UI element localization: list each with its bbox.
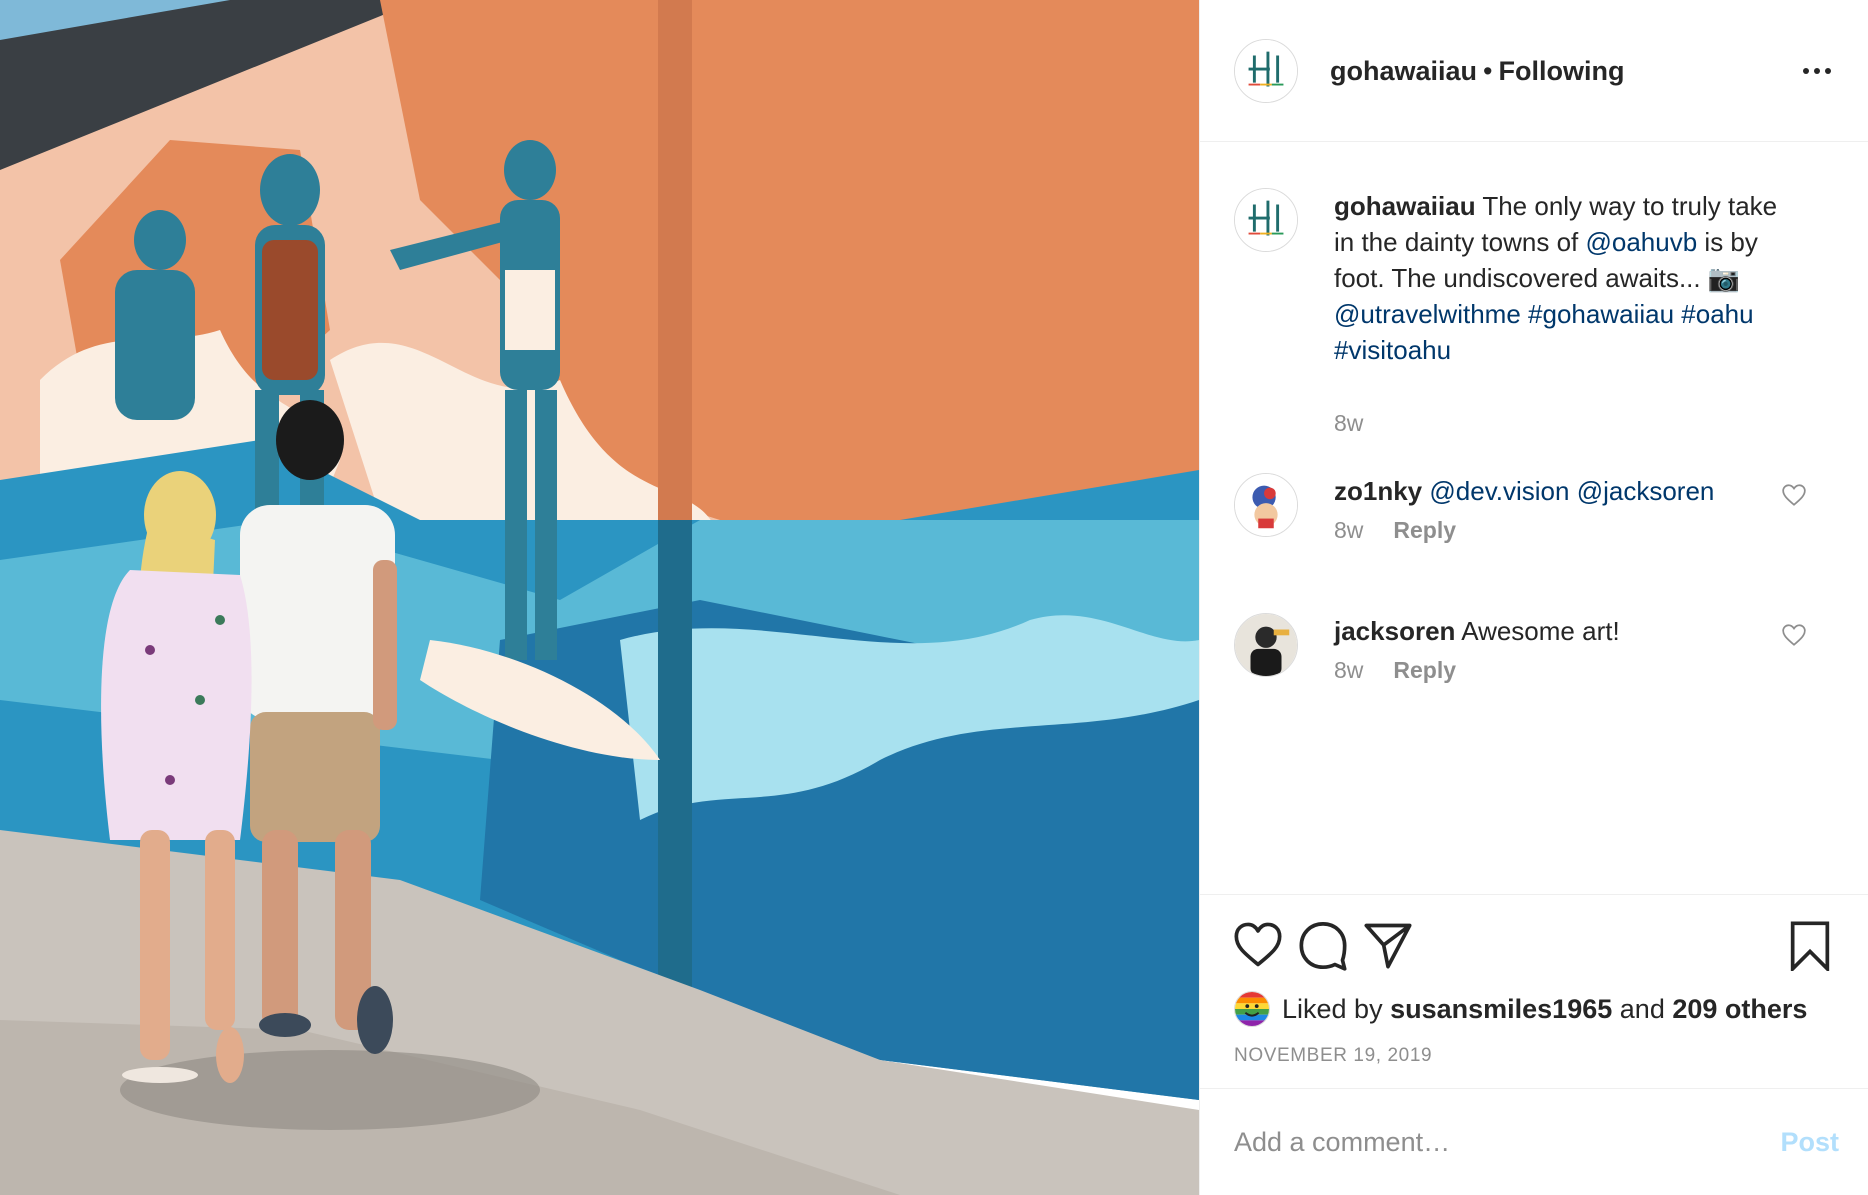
cartoon-avatar-icon bbox=[1235, 474, 1297, 536]
likes-prefix: Liked by bbox=[1282, 993, 1383, 1024]
author-username[interactable]: gohawaiiau bbox=[1330, 56, 1477, 86]
likes-others-link[interactable]: 209 others bbox=[1672, 994, 1807, 1025]
add-comment-bar: Post bbox=[1200, 1088, 1868, 1195]
mention-link[interactable]: @jacksoren bbox=[1577, 476, 1715, 506]
post-comment-button[interactable]: Post bbox=[1780, 1127, 1839, 1158]
header-separator: • bbox=[1483, 56, 1493, 86]
liker-username[interactable]: susansmiles1965 bbox=[1390, 994, 1612, 1025]
caption-author-avatar[interactable] bbox=[1234, 188, 1298, 252]
more-dots-icon bbox=[1825, 68, 1831, 74]
comment-meta: 8w Reply bbox=[1334, 517, 1456, 544]
comments-list: gohawaiiau The only way to truly take in… bbox=[1200, 143, 1868, 893]
camera-emoji: 📷 bbox=[1707, 263, 1741, 293]
more-dots-icon bbox=[1814, 68, 1820, 74]
comment-text: jacksoren Awesome art! bbox=[1334, 613, 1804, 649]
follow-status-button[interactable]: Following bbox=[1498, 56, 1624, 86]
comment-input[interactable] bbox=[1234, 1119, 1714, 1165]
like-comment-heart-icon[interactable] bbox=[1781, 623, 1807, 647]
more-dots-icon bbox=[1803, 68, 1809, 74]
post-header: gohawaiiau • Following bbox=[1200, 0, 1868, 142]
post-side-panel: gohawaiiau • Following gohawaiiau The on… bbox=[1199, 0, 1868, 1195]
mention-link[interactable]: @dev.vision bbox=[1429, 476, 1569, 506]
rainbow-smiley-icon bbox=[1235, 992, 1269, 1026]
mention-link[interactable]: @utravelwithme bbox=[1334, 299, 1521, 329]
commenter-avatar[interactable] bbox=[1234, 613, 1298, 677]
gohawaii-logo-icon bbox=[1235, 189, 1297, 251]
post-photo[interactable] bbox=[0, 0, 1199, 1195]
caption-username[interactable]: gohawaiiau bbox=[1334, 191, 1476, 221]
share-paper-plane-icon[interactable] bbox=[1362, 919, 1414, 971]
mural-photo-image bbox=[0, 0, 1199, 1195]
reply-button[interactable]: Reply bbox=[1393, 657, 1456, 683]
caption-meta: 8w bbox=[1334, 410, 1363, 437]
author-avatar[interactable] bbox=[1234, 39, 1298, 103]
hashtag-link[interactable]: #gohawaiiau bbox=[1528, 299, 1674, 329]
more-options-button[interactable] bbox=[1795, 56, 1839, 86]
likes-summary: Liked by susansmiles1965 and 209 others bbox=[1234, 989, 1807, 1029]
like-comment-heart-icon[interactable] bbox=[1781, 483, 1807, 507]
comment-username[interactable]: jacksoren bbox=[1334, 616, 1455, 646]
post-actions: Liked by susansmiles1965 and 209 others … bbox=[1200, 894, 1868, 1088]
comment-timestamp[interactable]: 8w bbox=[1334, 517, 1363, 543]
hashtag-link[interactable]: #visitoahu bbox=[1334, 335, 1451, 365]
like-heart-icon[interactable] bbox=[1232, 919, 1284, 971]
comment-timestamp[interactable]: 8w bbox=[1334, 657, 1363, 683]
hashtag-link[interactable]: #oahu bbox=[1681, 299, 1753, 329]
comment-username[interactable]: zo1nky bbox=[1334, 476, 1422, 506]
header-title: gohawaiiau • Following bbox=[1330, 54, 1624, 88]
mention-link[interactable]: @oahuvb bbox=[1585, 227, 1697, 257]
comment-meta: 8w Reply bbox=[1334, 657, 1456, 684]
gohawaii-logo-icon bbox=[1235, 40, 1297, 102]
reply-button[interactable]: Reply bbox=[1393, 517, 1456, 543]
save-bookmark-icon[interactable] bbox=[1784, 919, 1836, 971]
post-date[interactable]: NOVEMBER 19, 2019 bbox=[1234, 1045, 1432, 1067]
person-photo-avatar-icon bbox=[1235, 614, 1297, 676]
liker-avatar[interactable] bbox=[1234, 991, 1270, 1027]
comment-bubble-icon[interactable] bbox=[1297, 919, 1349, 971]
caption-text: gohawaiiau The only way to truly take in… bbox=[1334, 188, 1804, 368]
caption-timestamp[interactable]: 8w bbox=[1334, 410, 1363, 436]
comment-text: zo1nky @dev.vision @jacksoren bbox=[1334, 473, 1804, 509]
comment-body: Awesome art! bbox=[1461, 616, 1620, 646]
likes-and: and bbox=[1619, 993, 1665, 1024]
commenter-avatar[interactable] bbox=[1234, 473, 1298, 537]
